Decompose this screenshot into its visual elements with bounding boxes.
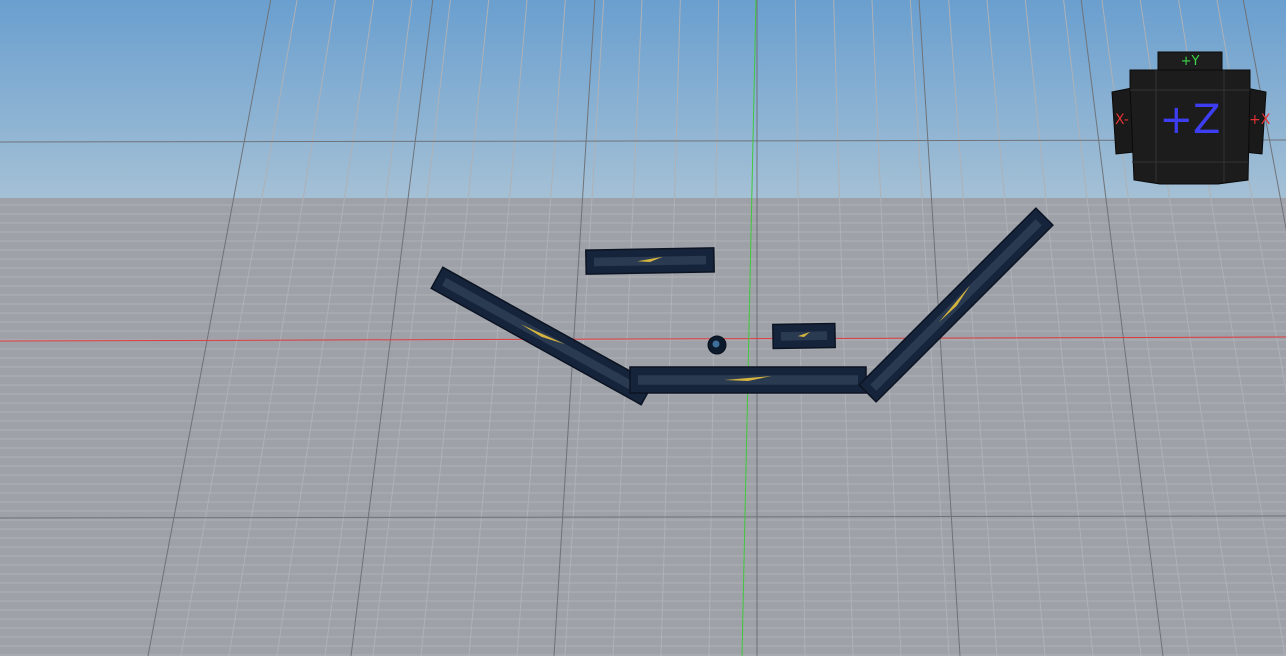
floating-block-large[interactable] (585, 247, 715, 275)
view-cube[interactable]: +Y +Z X- +X (1108, 50, 1270, 190)
3d-viewport[interactable] (0, 0, 1286, 656)
sky-backdrop (0, 0, 1286, 215)
floor-part[interactable] (629, 366, 867, 394)
floating-block-small[interactable] (772, 322, 836, 350)
view-cube-left-label[interactable]: X- (1115, 112, 1129, 128)
view-cube-top-label[interactable]: +Y (1158, 54, 1222, 69)
view-cube-right-label[interactable]: +X (1249, 112, 1270, 128)
view-cube-front-label[interactable]: +Z (1148, 98, 1232, 142)
ball[interactable] (707, 335, 727, 355)
